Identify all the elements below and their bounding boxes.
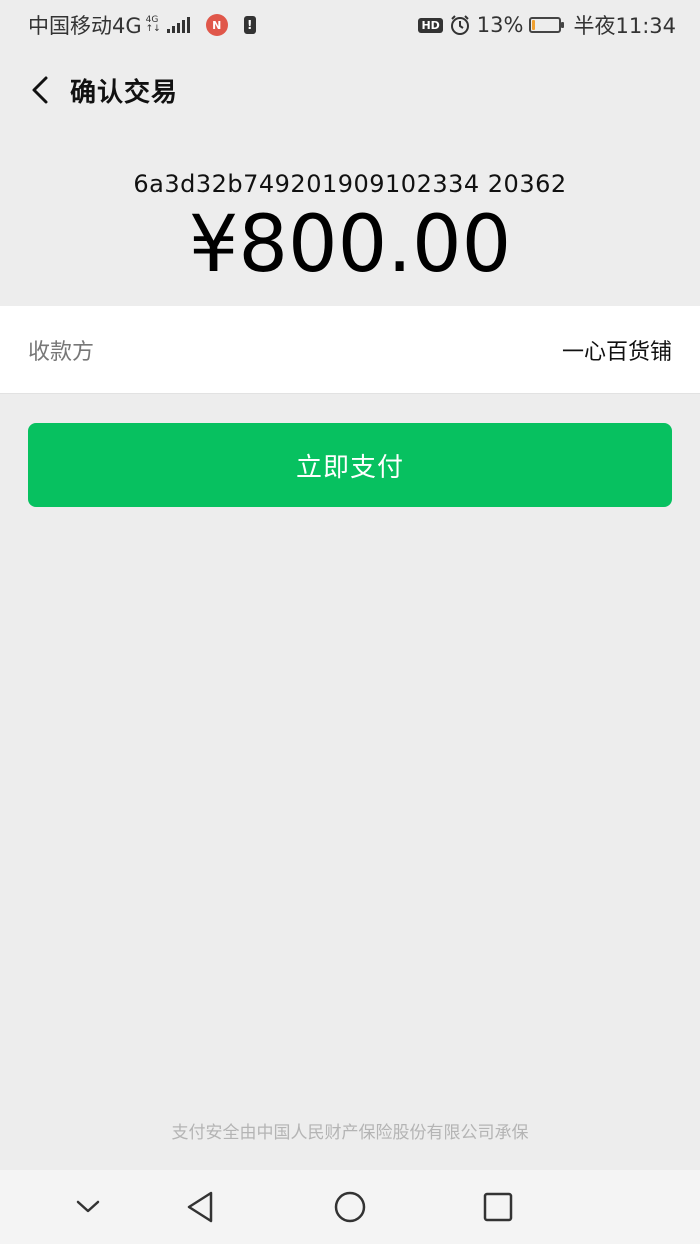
nav-back-button[interactable] <box>170 1170 230 1244</box>
payee-name: 一心百货铺 <box>561 339 672 365</box>
chevron-down-icon <box>76 1200 100 1213</box>
nav-recents-button[interactable] <box>468 1170 528 1244</box>
payment-amount: ¥800.00 <box>188 200 512 290</box>
status-bar-left: 中国移动4G 4G ↑↓ N ! <box>28 10 256 40</box>
chevron-left-icon <box>32 76 48 104</box>
circle-home-icon <box>334 1191 366 1223</box>
page-title: 确认交易 <box>70 77 179 108</box>
status-bar-right: HD 13% 半夜11:34 <box>418 10 676 40</box>
back-button[interactable] <box>20 70 60 110</box>
app-notification-icon: N <box>205 14 228 36</box>
battery-icon <box>529 17 565 33</box>
order-id: 6a3d32b749201909102334 20362 <box>133 170 567 198</box>
carrier-label: 中国移动4G <box>28 14 142 38</box>
nav-home-button[interactable] <box>320 1170 380 1244</box>
alert-icon: ! <box>243 16 256 34</box>
payee-row: 收款方 一心百货铺 <box>0 306 700 394</box>
system-nav-bar <box>0 1170 700 1244</box>
status-bar: 中国移动4G 4G ↑↓ N ! HD 13% 半夜11:34 <box>0 0 700 50</box>
alarm-icon <box>450 15 469 35</box>
top-bar: 确认交易 <box>0 60 700 120</box>
pay-now-button[interactable]: 立即支付 <box>28 423 672 507</box>
insurance-note: 支付安全由中国人民财产保险股份有限公司承保 <box>171 1123 529 1143</box>
clock: 半夜11:34 <box>573 14 676 38</box>
hide-nav-button[interactable] <box>58 1170 118 1244</box>
square-recents-icon <box>483 1192 513 1222</box>
payee-label: 收款方 <box>28 339 95 365</box>
battery-percent: 13% <box>476 13 524 37</box>
data-activity-label: ↑↓ <box>145 24 161 34</box>
battery-level-fill <box>532 20 536 30</box>
hd-icon: HD <box>418 17 443 33</box>
triangle-back-icon <box>187 1191 213 1223</box>
network-type-indicator: 4G ↑↓ <box>146 16 161 34</box>
signal-icon <box>166 17 190 33</box>
